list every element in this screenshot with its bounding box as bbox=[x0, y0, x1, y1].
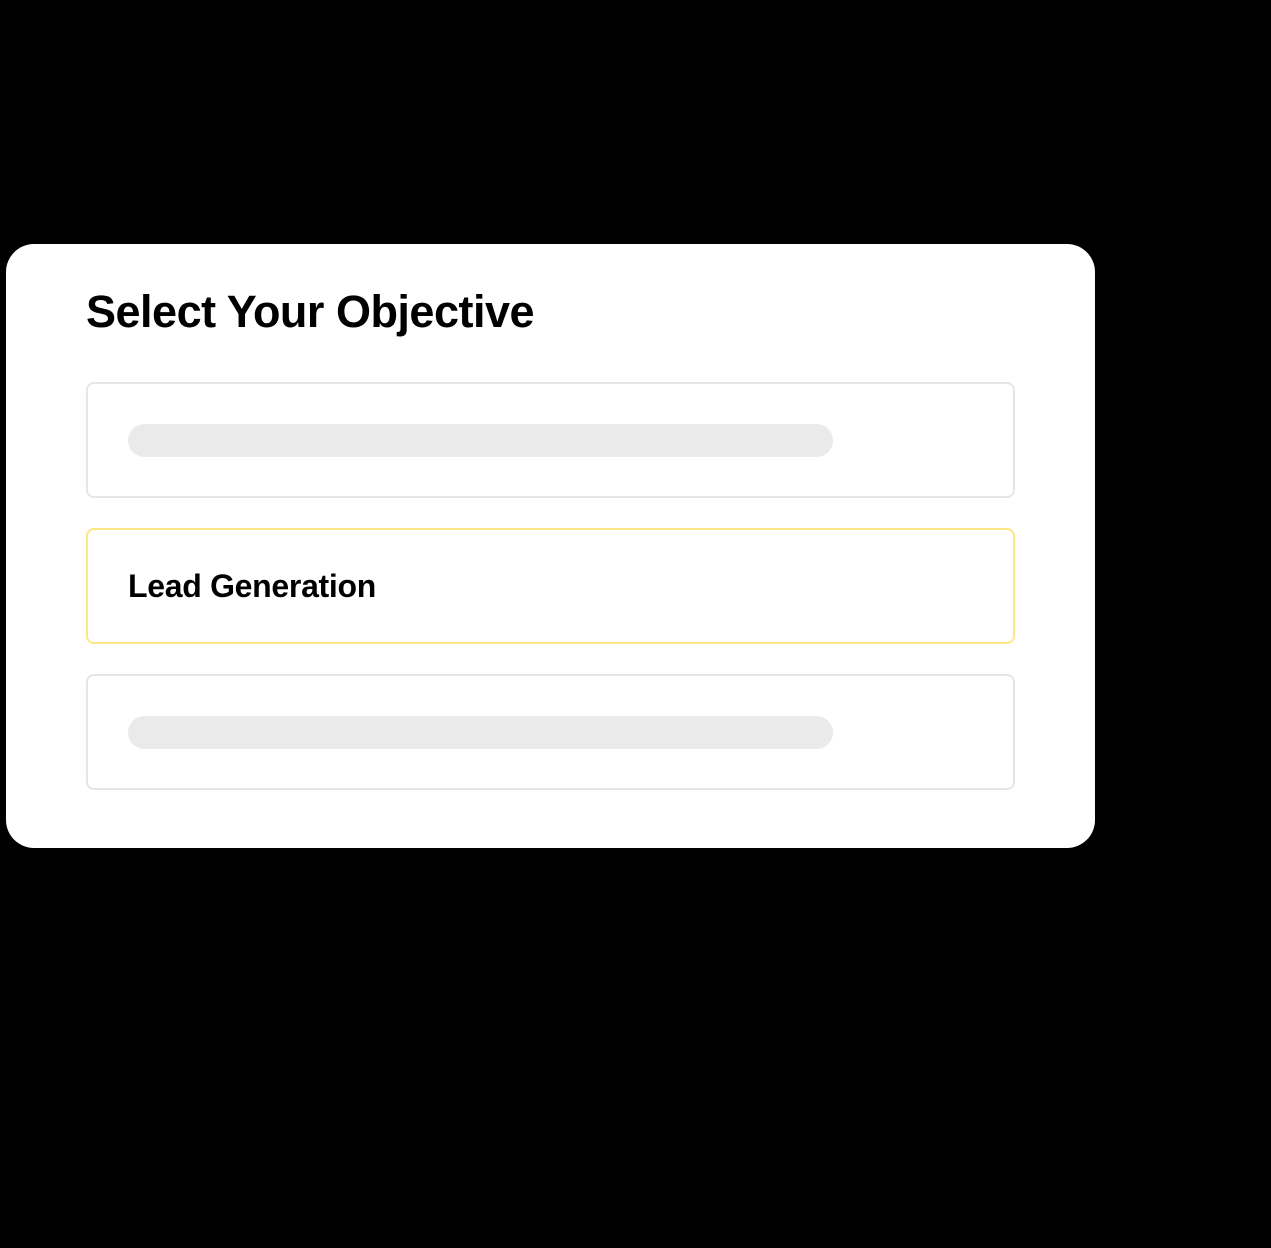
objective-option-lead-generation[interactable]: Lead Generation bbox=[86, 528, 1015, 644]
placeholder-bar bbox=[128, 716, 833, 749]
objective-option-label: Lead Generation bbox=[128, 568, 376, 605]
objective-option-3[interactable] bbox=[86, 674, 1015, 790]
objective-selection-card: Select Your Objective Lead Generation bbox=[6, 244, 1095, 848]
objective-option-list: Lead Generation bbox=[86, 382, 1015, 790]
objective-option-1[interactable] bbox=[86, 382, 1015, 498]
card-title: Select Your Objective bbox=[86, 286, 1015, 338]
placeholder-bar bbox=[128, 424, 833, 457]
